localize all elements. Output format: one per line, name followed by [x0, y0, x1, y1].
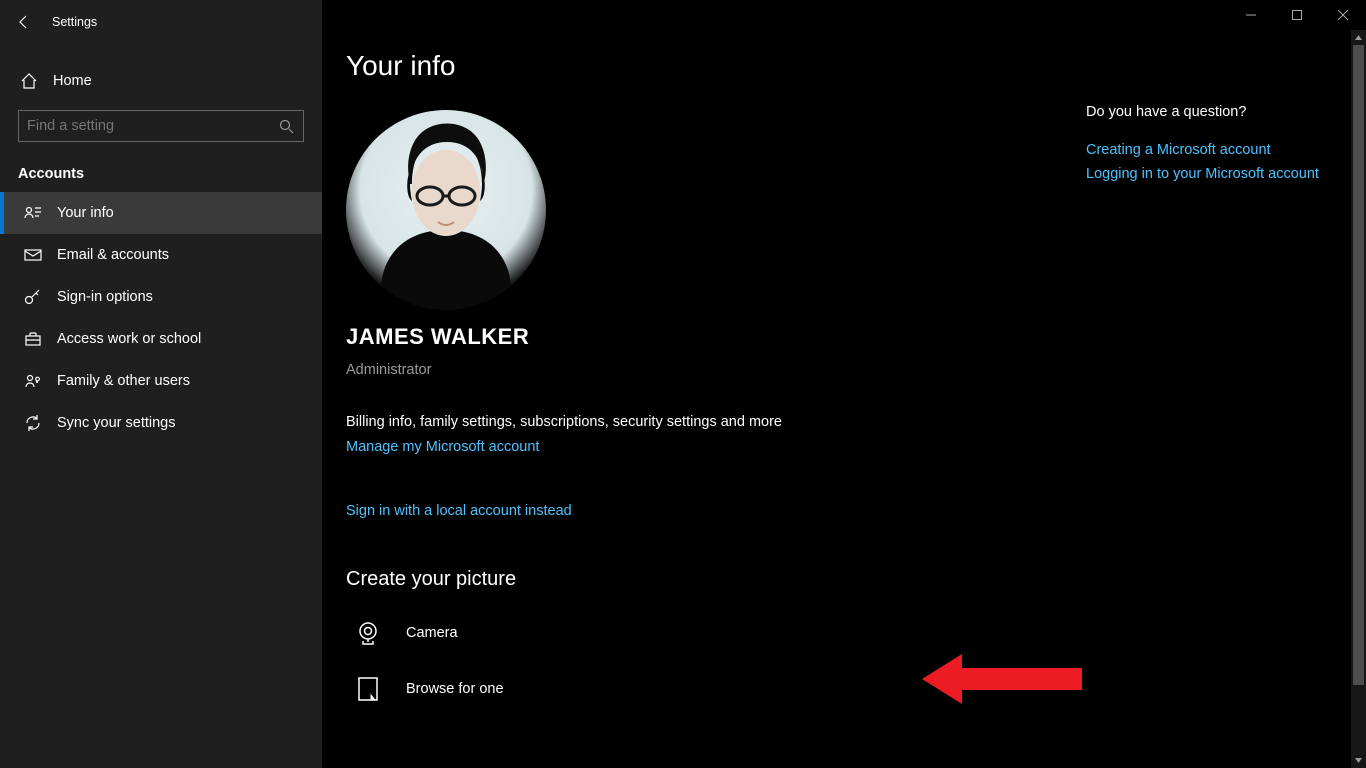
section-title: Accounts [0, 142, 322, 192]
scroll-up-arrow[interactable] [1351, 30, 1366, 45]
search-icon [277, 117, 295, 135]
main-panel: Your info JAMES WALKER Administrator Bil… [322, 0, 1366, 768]
help-link-create[interactable]: Creating a Microsoft account [1086, 142, 1350, 158]
sidebar-item-sync[interactable]: Sync your settings [0, 402, 322, 444]
help-panel: Do you have a question? Creating a Micro… [1086, 0, 1366, 768]
search-input[interactable] [27, 118, 277, 134]
home-nav[interactable]: Home [0, 62, 322, 100]
sidebar: Settings Home Accounts Your info Email &… [0, 0, 322, 768]
sidebar-item-label: Email & accounts [57, 247, 169, 263]
avatar [346, 110, 546, 310]
local-account-link[interactable]: Sign in with a local account instead [346, 503, 572, 519]
sidebar-item-signin[interactable]: Sign-in options [0, 276, 322, 318]
key-icon [24, 288, 42, 306]
person-card-icon [24, 204, 42, 222]
close-button[interactable] [1320, 0, 1366, 30]
account-desc: Billing info, family settings, subscript… [346, 414, 1086, 430]
page-title: Your info [346, 50, 1086, 82]
sidebar-item-label: Sync your settings [57, 415, 175, 431]
browse-label: Browse for one [406, 681, 504, 697]
content-area: Your info JAMES WALKER Administrator Bil… [322, 0, 1086, 768]
manage-account-link[interactable]: Manage my Microsoft account [346, 439, 539, 455]
sidebar-header: Settings [0, 0, 322, 44]
search-box[interactable] [18, 110, 304, 142]
camera-icon [354, 619, 382, 647]
people-icon [24, 372, 42, 390]
sidebar-item-your-info[interactable]: Your info [0, 192, 322, 234]
minimize-button[interactable] [1228, 0, 1274, 30]
back-button[interactable] [12, 10, 36, 34]
annotation-arrow-icon [922, 654, 1082, 709]
maximize-button[interactable] [1274, 0, 1320, 30]
sidebar-item-family[interactable]: Family & other users [0, 360, 322, 402]
sidebar-item-email[interactable]: Email & accounts [0, 234, 322, 276]
scrollbar[interactable] [1351, 30, 1366, 768]
window-title: Settings [52, 15, 97, 29]
home-icon [20, 72, 38, 90]
search-container [0, 100, 322, 142]
sidebar-item-label: Sign-in options [57, 289, 153, 305]
camera-label: Camera [406, 625, 458, 641]
role-label: Administrator [346, 362, 1086, 378]
help-link-login[interactable]: Logging in to your Microsoft account [1086, 166, 1350, 182]
help-title: Do you have a question? [1086, 104, 1350, 120]
create-picture-heading: Create your picture [346, 568, 1086, 591]
scroll-thumb[interactable] [1353, 45, 1364, 685]
sync-icon [24, 414, 42, 432]
mail-icon [24, 246, 42, 264]
display-name: JAMES WALKER [346, 324, 1086, 350]
home-label: Home [53, 73, 92, 89]
picture-file-icon [354, 675, 382, 703]
scroll-down-arrow[interactable] [1351, 753, 1366, 768]
window-controls [1228, 0, 1366, 30]
sidebar-item-label: Access work or school [57, 331, 201, 347]
sidebar-item-label: Your info [57, 205, 114, 221]
sidebar-item-label: Family & other users [57, 373, 190, 389]
briefcase-icon [24, 330, 42, 348]
sidebar-item-work[interactable]: Access work or school [0, 318, 322, 360]
